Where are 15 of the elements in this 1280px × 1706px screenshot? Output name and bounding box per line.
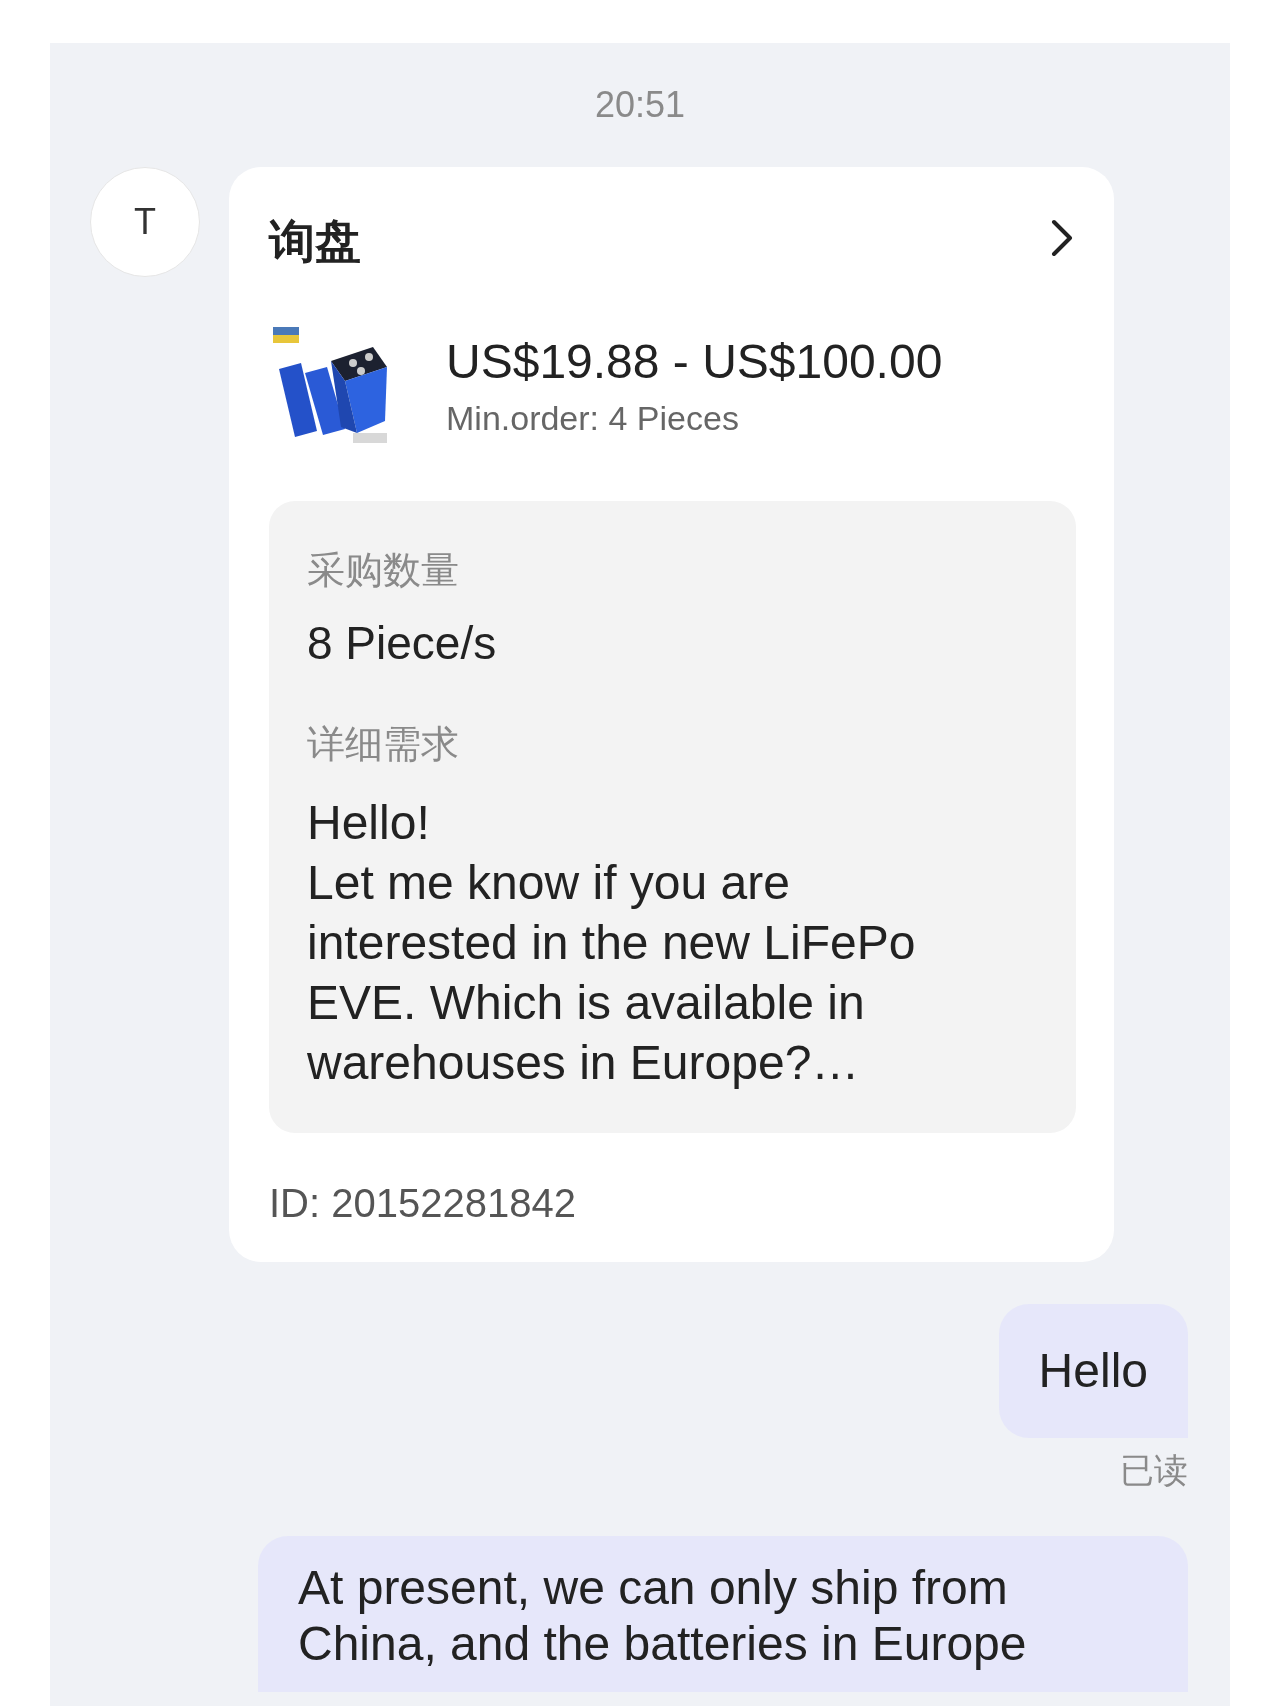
read-status: 已读 bbox=[1120, 1449, 1188, 1492]
price-range: US$19.88 - US$100.00 bbox=[446, 334, 943, 389]
message-bubble: Hello bbox=[998, 1304, 1188, 1438]
field-label: 采购数量 bbox=[307, 547, 460, 594]
card-title: 询盘 bbox=[269, 213, 361, 270]
avatar[interactable]: T bbox=[90, 167, 200, 277]
inquiry-id: ID: 20152281842 bbox=[269, 1181, 577, 1226]
chevron-right-icon[interactable] bbox=[1050, 218, 1074, 258]
field-value: Hello! Let me know if you are interested in the new LiFePo EVE. Which is available in warehouses in Europe?… bbox=[307, 795, 917, 1091]
inquiry-card[interactable]: 询盘 US$19.88 - US$100.00 Min.order: 4 Pieces 采购数量 8 Piece/s 详细需求 Hello! Let me know if you are interested in the new LiFePo EVE. Which is available in warehouses in Europe?… ID: 20152281842 bbox=[229, 167, 1114, 1262]
message-bubble: At present, we can only ship from China, and the batteries in Europe bbox=[258, 1536, 1188, 1692]
min-order: Min.order: 4 Pieces bbox=[446, 399, 740, 438]
message-time: 20:51 bbox=[593, 83, 687, 127]
field-value: 8 Piece/s bbox=[307, 616, 498, 671]
field-label: 详细需求 bbox=[307, 721, 460, 768]
